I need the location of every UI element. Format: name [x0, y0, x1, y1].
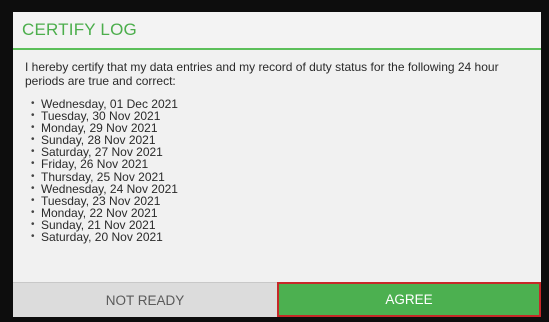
dialog-title: CERTIFY LOG	[22, 20, 137, 39]
certification-statement: I hereby certify that my data entries an…	[25, 60, 499, 88]
certify-log-dialog: CERTIFY LOG I hereby certify that my dat…	[13, 12, 541, 317]
bullet-icon: •	[31, 146, 35, 158]
certified-dates-list: • Wednesday, 01 Dec 2021 • Tuesday, 30 Nov…	[31, 98, 529, 243]
bullet-icon: •	[31, 98, 35, 109]
date-list-item: • Saturday, 20 Nov 2021	[31, 231, 529, 243]
agree-button[interactable]: AGREE	[277, 282, 541, 317]
date-text: Saturday, 20 Nov 2021	[41, 230, 163, 245]
dialog-footer: NOT READY AGREE	[13, 282, 541, 317]
bullet-icon: •	[31, 218, 35, 230]
date-text: Thursday, 25 Nov 2021	[41, 169, 165, 184]
date-text: Friday, 26 Nov 2021	[41, 157, 149, 172]
bullet-icon: •	[31, 206, 35, 218]
dialog-body: I hereby certify that my data entries an…	[13, 50, 541, 243]
bullet-icon: •	[31, 110, 35, 122]
bullet-icon: •	[31, 170, 35, 182]
bullet-icon: •	[31, 122, 35, 134]
bullet-icon: •	[31, 231, 35, 243]
date-list-item: • Friday, 26 Nov 2021	[31, 158, 529, 170]
date-text: Wednesday, 24 Nov 2021	[41, 181, 178, 196]
bullet-icon: •	[31, 158, 35, 170]
bullet-icon: •	[31, 182, 35, 194]
dialog-header: CERTIFY LOG	[13, 12, 541, 50]
date-list-item: • Wednesday, 24 Nov 2021	[31, 183, 529, 195]
not-ready-button[interactable]: NOT READY	[13, 282, 277, 317]
date-list-item: • Thursday, 25 Nov 2021	[31, 169, 529, 184]
bullet-icon: •	[31, 134, 35, 146]
bullet-icon: •	[31, 194, 35, 206]
